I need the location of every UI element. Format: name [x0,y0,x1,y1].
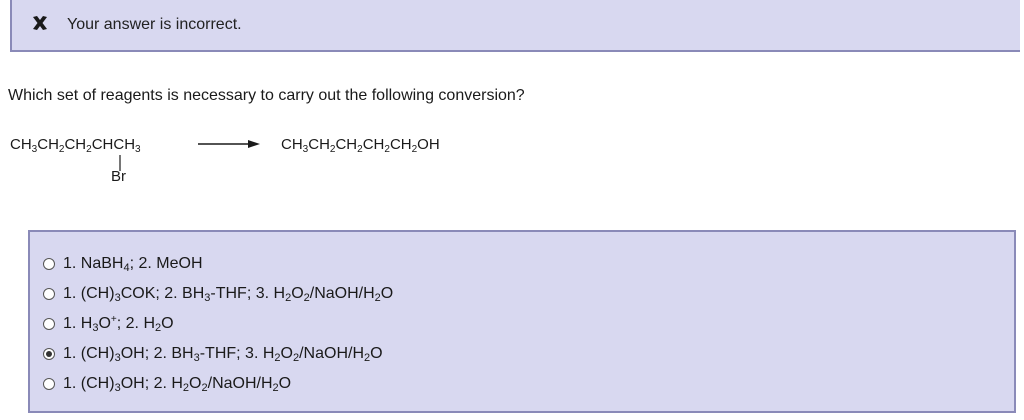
reaction-scheme: CH3CH2CH2CHCH3 Br CH3CH2CH2CH2CH2OH [0,0,1024,200]
radio-button[interactable] [43,318,55,330]
choice-label[interactable]: 1. NaBH4; 2. MeOH [63,255,203,274]
answer-choices: 1. NaBH4; 2. MeOH 1. (CH)3COK; 2. BH3-TH… [28,230,1016,413]
choice-label[interactable]: 1. H3O+; 2. H2O [63,314,174,334]
radio-button[interactable] [43,288,55,300]
radio-button[interactable] [43,258,55,270]
reactant-main: CH3CH2CH2CHCH3 [10,136,141,155]
choice-option[interactable]: 1. H3O+; 2. H2O [30,312,1014,336]
choice-label[interactable]: 1. (CH)3COK; 2. BH3-THF; 3. H2O2/NaOH/H2… [63,285,393,304]
reactant-substituent: Br [111,168,126,185]
radio-dot-icon [46,351,52,357]
product-formula: CH3CH2CH2CH2CH2OH [281,136,440,155]
choice-option[interactable]: 1. NaBH4; 2. MeOH [30,252,1014,276]
choice-option[interactable]: 1. (CH)3COK; 2. BH3-THF; 3. H2O2/NaOH/H2… [30,282,1014,306]
choice-option[interactable]: 1. (CH)3OH; 2. H2O2/NaOH/H2O [30,372,1014,396]
right-arrow-icon [198,140,260,148]
radio-button[interactable] [43,378,55,390]
choice-option-selected[interactable]: 1. (CH)3OH; 2. BH3-THF; 3. H2O2/NaOH/H2O [30,342,1014,366]
choice-label[interactable]: 1. (CH)3OH; 2. BH3-THF; 3. H2O2/NaOH/H2O [63,345,383,364]
radio-button-selected[interactable] [43,348,55,360]
reactant-formula: CH3CH2CH2CHCH3 [10,136,141,155]
choice-label[interactable]: 1. (CH)3OH; 2. H2O2/NaOH/H2O [63,375,291,394]
